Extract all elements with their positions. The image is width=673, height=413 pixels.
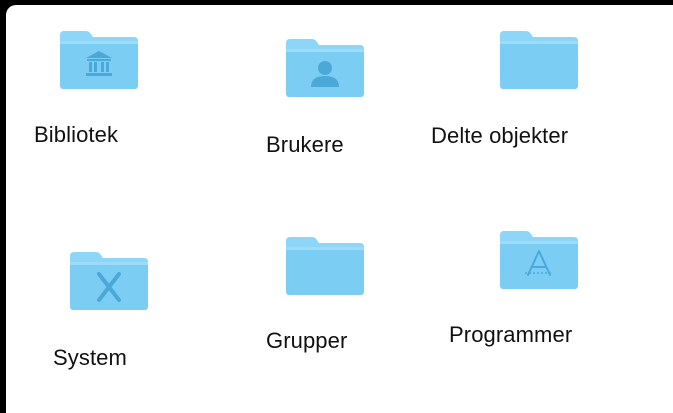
item-label: Grupper [266, 328, 348, 353]
library-folder-icon[interactable] [58, 29, 140, 91]
item-programmer[interactable]: Programmer [426, 205, 671, 405]
item-bibliotek[interactable]: Bibliotek [6, 5, 186, 185]
item-label: Programmer [449, 322, 573, 347]
item-delte-objekter[interactable]: Delte objekter [426, 5, 671, 185]
groups-folder-graphic [286, 237, 364, 295]
library-folder-graphic [60, 31, 138, 89]
users-folder-graphic [286, 39, 364, 97]
folder-icon[interactable] [284, 235, 366, 297]
system-folder-icon[interactable] [68, 250, 150, 312]
item-label: Delte objekter [431, 123, 569, 148]
item-label: Brukere [266, 132, 344, 157]
system-folder-graphic [70, 252, 148, 310]
applications-folder-icon[interactable] [498, 229, 580, 291]
shared-folder-icon[interactable] [498, 29, 580, 91]
finder-window: Bibliotek Brukere Delte objekter System … [6, 5, 673, 413]
users-folder-icon[interactable] [284, 37, 366, 99]
item-label: Bibliotek [34, 122, 119, 147]
shared-folder-graphic [500, 31, 578, 89]
item-system[interactable]: System [6, 205, 186, 405]
item-brukere[interactable]: Brukere [226, 5, 406, 185]
item-grupper[interactable]: Grupper [226, 205, 406, 405]
item-label: System [53, 345, 127, 370]
applications-folder-graphic [500, 231, 578, 289]
